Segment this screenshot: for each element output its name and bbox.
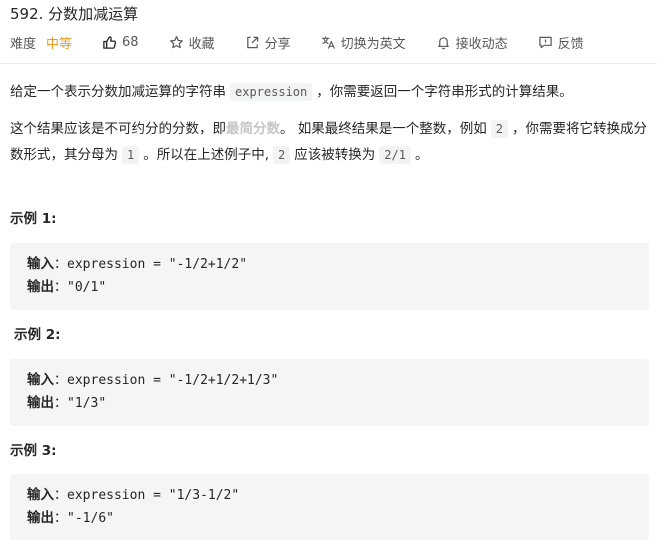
- star-icon: [169, 35, 184, 50]
- translate-button[interactable]: 切换为英文: [321, 33, 406, 52]
- difficulty: 难度 中等: [10, 33, 72, 52]
- input-value: expression = "-1/2+1/2": [67, 257, 248, 272]
- example-1-input: 输入：expression = "-1/2+1/2": [27, 256, 248, 272]
- output-value: "0/1": [67, 280, 107, 295]
- example-1-output: 输出："0/1": [27, 279, 107, 295]
- p2-text-6: 。: [414, 147, 429, 163]
- share-label: 分享: [264, 36, 291, 52]
- p2-code-1: 2: [490, 120, 509, 138]
- output-value: "-1/6": [67, 511, 114, 526]
- output-key: 输出: [27, 395, 54, 411]
- example-3-input: 输入：expression = "1/3-1/2": [27, 487, 240, 503]
- input-key: 输入: [27, 487, 54, 503]
- output-key: 输出: [27, 510, 54, 526]
- problem-title: 592. 分数加减运算: [10, 5, 139, 23]
- output-key: 输出: [27, 279, 54, 295]
- subscribe-button[interactable]: 接收动态: [436, 33, 508, 52]
- p2-code-4: 2/1: [379, 146, 411, 164]
- input-key: 输入: [27, 256, 54, 272]
- description-paragraph-1: 给定一个表示分数加减运算的字符串 expression ，你需要返回一个字符串形式的…: [10, 79, 650, 105]
- problem-toolbar: 难度 中等 68 收藏 分享 切换为英文 接收动态 反馈: [10, 32, 614, 52]
- output-value: "1/3": [67, 396, 107, 411]
- problem-page: 592. 分数加减运算 难度 中等 68 收藏 分享 切换为英文 接收动态 反馈…: [0, 0, 657, 544]
- example-2-label: 示例 2:: [14, 327, 61, 343]
- p1-text-after: ，你需要返回一个字符串形式的计算结果。: [316, 84, 573, 100]
- p2-text-1: 这个结果应该是不可约分的分数，即: [10, 121, 226, 137]
- thumbs-up-icon: [102, 35, 117, 50]
- description-paragraph-2: 这个结果应该是不可约分的分数，即最简分数。 如果最终结果是一个整数，例如 2 ，你需…: [10, 116, 650, 168]
- feedback-icon: [538, 35, 553, 50]
- feedback-label: 反馈: [557, 36, 584, 52]
- p2-text-2: 。 如果最终结果是一个整数，例如: [280, 121, 487, 137]
- example-3-box: 输入：expression = "1/3-1/2" 输出："-1/6": [10, 474, 649, 540]
- share-icon: [245, 35, 260, 50]
- example-2-box: 输入：expression = "-1/2+1/2+1/3" 输出："1/3": [10, 359, 649, 426]
- p2-text-4: 。所以在上述例子中,: [143, 147, 270, 163]
- p1-code-expression: expression: [230, 83, 313, 101]
- example-2-input: 输入：expression = "-1/2+1/2+1/3": [27, 372, 279, 388]
- input-value: expression = "1/3-1/2": [67, 488, 240, 503]
- input-value: expression = "-1/2+1/2+1/3": [67, 373, 279, 388]
- difficulty-label: 难度: [10, 36, 37, 52]
- feedback-button[interactable]: 反馈: [538, 33, 584, 52]
- favorite-label: 收藏: [188, 36, 215, 52]
- p2-code-3: 2: [273, 146, 291, 164]
- simplest-fraction-highlight: 最简分数: [226, 121, 280, 137]
- p2-text-5: 应该被转换为: [294, 147, 376, 163]
- input-key: 输入: [27, 372, 54, 388]
- example-3-output: 输出："-1/6": [27, 510, 114, 526]
- header-divider: [0, 63, 657, 64]
- example-1-box: 输入：expression = "-1/2+1/2" 输出："0/1": [10, 243, 649, 310]
- p2-code-2: 1: [122, 146, 140, 164]
- example-3-label: 示例 3:: [10, 443, 57, 459]
- bell-icon: [436, 35, 451, 50]
- share-button[interactable]: 分享: [245, 33, 291, 52]
- translate-label: 切换为英文: [340, 36, 406, 52]
- subscribe-label: 接收动态: [455, 36, 508, 52]
- example-2-output: 输出："1/3": [27, 395, 107, 411]
- translate-icon: [321, 35, 336, 50]
- difficulty-value: 中等: [46, 36, 73, 52]
- favorite-button[interactable]: 收藏: [169, 33, 215, 52]
- like-button[interactable]: 68: [102, 35, 139, 50]
- example-1-label: 示例 1:: [10, 211, 57, 227]
- like-count: 68: [122, 34, 139, 50]
- p1-text-before: 给定一个表示分数加减运算的字符串: [10, 84, 226, 100]
